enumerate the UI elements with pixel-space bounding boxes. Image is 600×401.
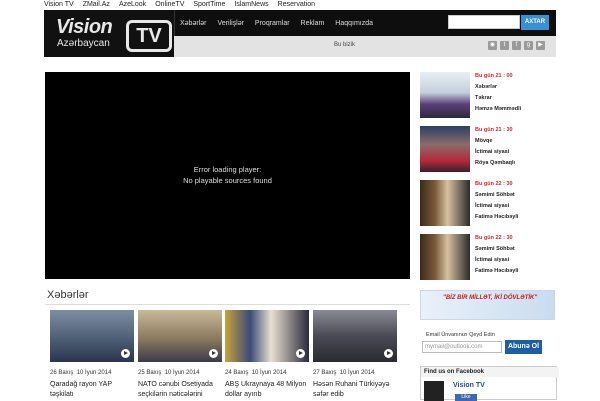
schedule-thumbnail — [420, 234, 470, 280]
section-divider — [45, 304, 410, 305]
news-title[interactable]: ABŞ Ukraynaya 48 Milyon dollar ayırıb — [225, 380, 309, 400]
facebook-page-avatar[interactable] — [424, 381, 444, 401]
schedule-type: İctimai siyasi — [475, 257, 510, 263]
player-error-line2: No playable sources found — [183, 176, 272, 185]
nav-item-shows[interactable]: Verilişlər — [217, 20, 243, 27]
logo-tv-badge: TV — [126, 20, 172, 52]
subbar-tagline: Bu bizik — [334, 42, 356, 48]
banner-slogan: "BİZ BİR MİLLƏT, İKİ DÖVLƏTİK" — [443, 295, 538, 301]
schedule-item[interactable]: Bu gün 22 : 30 Səmimi Söhbət İctimai siy… — [420, 180, 560, 228]
promo-banner[interactable]: "BİZ BİR MİLLƏT, İKİ DÖVLƏTİK" — [420, 290, 555, 320]
news-date: 10 İyun 2014 — [251, 370, 287, 376]
search-input[interactable] — [448, 15, 520, 29]
social-icons: ◉ t f g ▶ — [488, 41, 545, 50]
top-link-azelook[interactable]: AzeLook — [119, 0, 146, 10]
news-meta: 27 Baxış 10 İyun 2014 — [313, 370, 374, 376]
news-thumbnail[interactable] — [50, 310, 134, 362]
news-date: 10 İyun 2014 — [76, 370, 112, 376]
newsletter-email-input[interactable]: mymail@outlook.com — [422, 341, 502, 353]
top-link-visiontv[interactable]: Vision TV — [44, 0, 74, 10]
schedule-time: Bu gün 21 : 00 — [475, 73, 513, 79]
news-views: 26 Baxış — [50, 370, 74, 376]
nav-item-ads[interactable]: Reklam — [301, 20, 325, 27]
top-link-sporttime[interactable]: SportTime — [193, 0, 225, 10]
googleplus-icon[interactable]: g — [524, 41, 533, 50]
facebook-widget-header: Find us on Facebook — [421, 367, 559, 377]
schedule-item[interactable]: Bu gün 21 : 30 Mövqe İctimai siyasi Röya… — [420, 126, 560, 174]
top-links-bar: Vision TV ZMail.Az AzeLook OnlineTV Spor… — [44, 0, 324, 10]
schedule-item[interactable]: Bu gün 22 : 30 Səmimi Söhbət İctimai siy… — [420, 234, 560, 282]
play-icon[interactable] — [209, 349, 218, 358]
search-button[interactable]: AXTAR — [521, 15, 549, 30]
schedule-thumbnail — [420, 180, 470, 226]
player-error-line1: Error loading player: — [193, 165, 262, 174]
facebook-widget: Find us on Facebook Vision TV Like — [420, 366, 559, 401]
top-link-onlinetv[interactable]: OnlineTV — [155, 0, 184, 10]
video-player[interactable]: Error loading player: No playable source… — [45, 72, 410, 279]
news-views: 25 Baxış — [138, 370, 162, 376]
news-thumbnail[interactable] — [138, 310, 222, 362]
facebook-icon[interactable]: f — [512, 41, 521, 50]
schedule-host: Həmzə Məmmədli — [475, 106, 522, 112]
top-link-islamnews[interactable]: IslamNews — [234, 0, 268, 10]
schedule-time: Bu gün 21 : 30 — [475, 127, 513, 133]
nav-item-about[interactable]: Haqqımızda — [335, 20, 373, 27]
subscribe-button[interactable]: Abunə Ol — [505, 340, 542, 354]
news-title[interactable]: NATO cənubi Osetiyada seçkilərin nəticəl… — [138, 380, 222, 400]
news-thumbnail[interactable] — [313, 310, 397, 362]
newsletter-label: Email Ünvanınızı Qeyd Edin — [426, 332, 495, 338]
schedule-host: Röya Qəmbaqlı — [475, 160, 516, 166]
rss-icon[interactable]: ◉ — [488, 41, 497, 50]
news-title[interactable]: Qaradağ rayon YAP təşkilatı — [50, 380, 134, 400]
schedule-host: Fatimə Həcıbəyli — [475, 214, 519, 220]
news-title[interactable]: Həsən Ruhani Türkiyəyə səfər edib — [313, 380, 397, 400]
schedule-item[interactable]: Bu gün 21 : 00 Xəbərlər Təkrar Həmzə Məm… — [420, 72, 560, 120]
youtube-icon[interactable]: ▶ — [536, 41, 545, 50]
nav-item-programs[interactable]: Proqramlar — [255, 20, 290, 27]
news-date: 10 İyun 2014 — [339, 370, 375, 376]
play-icon[interactable] — [296, 349, 305, 358]
schedule-program: Səmimi Söhbət — [475, 246, 515, 252]
schedule-program: Səmimi Söhbət — [475, 192, 515, 198]
player-error-message: Error loading player: No playable source… — [45, 164, 410, 186]
news-thumbnail[interactable] — [225, 310, 309, 362]
logo-vision-text: Vision — [56, 16, 113, 38]
news-meta: 24 Baxış 10 İyun 2014 — [225, 370, 286, 376]
news-meta: 25 Baxış 10 İyun 2014 — [138, 370, 199, 376]
facebook-page-name[interactable]: Vision TV — [453, 382, 485, 389]
play-icon[interactable] — [121, 349, 130, 358]
top-link-zmail[interactable]: ZMail.Az — [83, 0, 110, 10]
nav-item-news[interactable]: Xəbərlər — [180, 20, 206, 27]
schedule-type: İctimai siyasi — [475, 149, 510, 155]
news-views: 27 Baxış — [313, 370, 337, 376]
schedule-host: Fatimə Həcıbəyli — [475, 268, 519, 274]
schedule-time: Bu gün 22 : 30 — [475, 235, 513, 241]
main-nav: Xəbərlər Verilişlər Proqramlar Reklam Ha… — [180, 10, 384, 36]
schedule-thumbnail — [420, 72, 470, 118]
schedule-program: Xəbərlər — [475, 84, 498, 90]
news-views: 24 Baxış — [225, 370, 249, 376]
schedule-program: Mövqe — [475, 138, 493, 144]
play-icon[interactable] — [384, 349, 393, 358]
top-link-reservation[interactable]: Reservation — [278, 0, 315, 10]
schedule-thumbnail — [420, 126, 470, 172]
news-date: 10 İyun 2014 — [164, 370, 200, 376]
schedule-type: İctimai siyasi — [475, 203, 510, 209]
schedule-type: Təkrar — [475, 95, 492, 101]
logo-country-text: Azərbaycan — [57, 38, 110, 49]
sub-bar: Bu bizik ◉ t f g ▶ — [174, 36, 556, 57]
news-meta: 26 Baxış 10 İyun 2014 — [50, 370, 111, 376]
schedule-time: Bu gün 22 : 30 — [475, 181, 513, 187]
news-section-title: Xəbərlər — [47, 289, 89, 301]
twitter-icon[interactable]: t — [500, 41, 509, 50]
site-logo[interactable]: Vision Azərbaycan TV — [44, 10, 175, 57]
